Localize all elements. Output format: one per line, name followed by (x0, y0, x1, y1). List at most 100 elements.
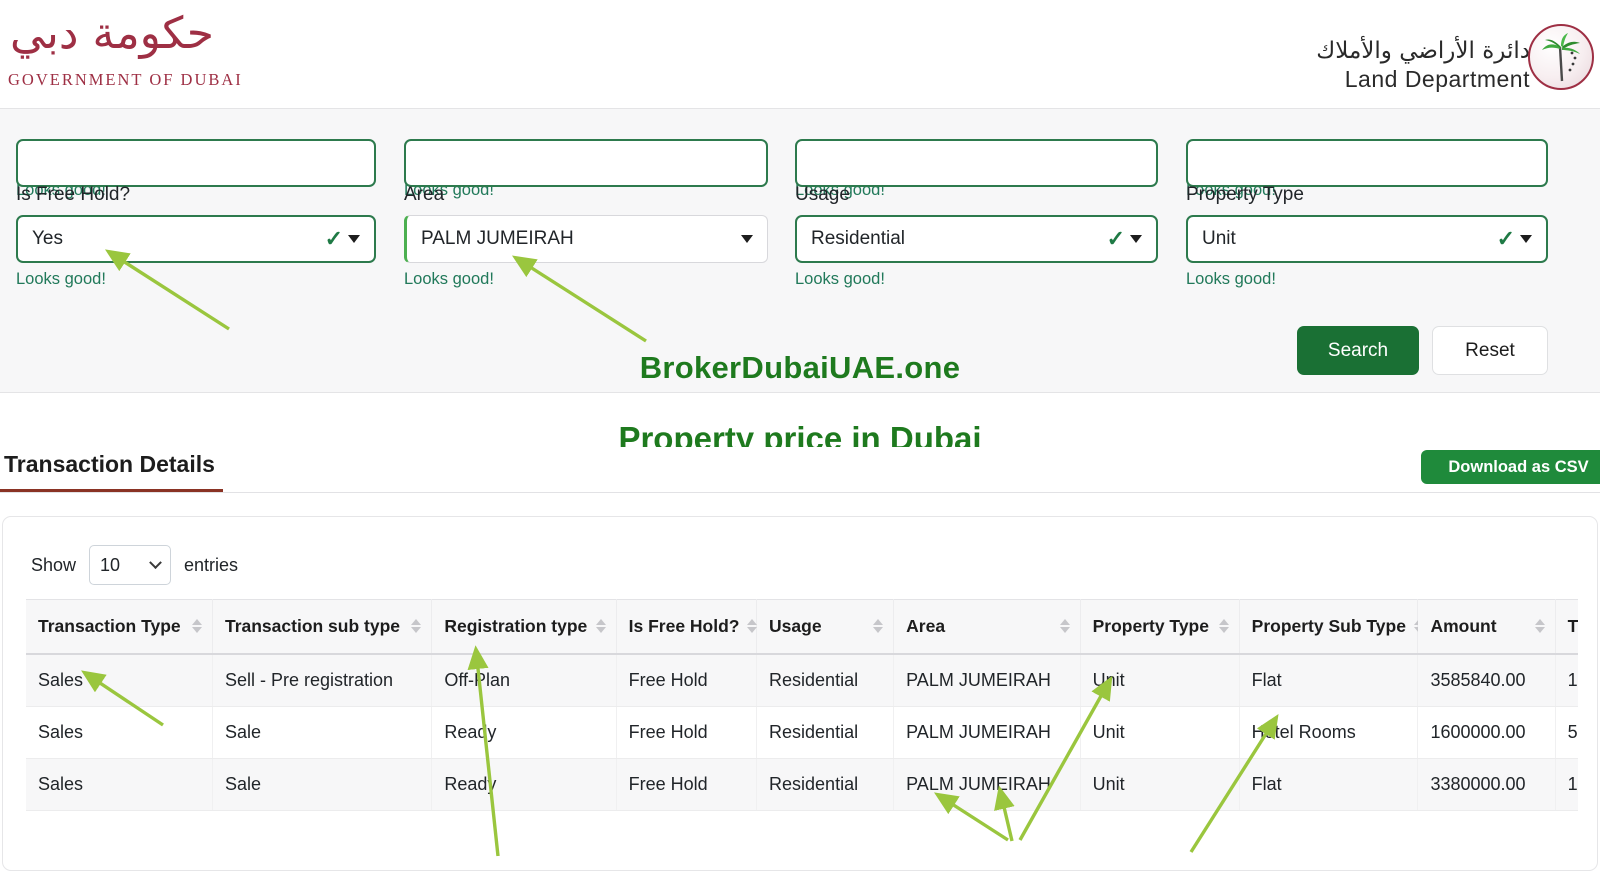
area-select[interactable]: PALM JUMEIRAH (404, 215, 768, 263)
table-column-header[interactable]: Usage (756, 599, 895, 655)
is-free-hold-select[interactable]: Yes ✓ (16, 215, 376, 263)
table-row[interactable]: Sales Sale Ready Free Hold Residential PALM J… (26, 706, 1578, 759)
table-column-header[interactable]: Transaction sub type (212, 599, 433, 655)
filter-field-property-type: Property Type Unit ✓ Looks good! (1186, 184, 1548, 289)
chevron-down-icon (741, 235, 753, 243)
table-column-label: Amount (1430, 615, 1497, 636)
table-column-header[interactable]: Amount (1417, 599, 1556, 655)
download-csv-button[interactable]: Download as CSV (1421, 450, 1600, 484)
table-cell: 3380000.00 (1417, 758, 1556, 811)
sort-arrows-icon[interactable] (1059, 619, 1070, 634)
table-cell: Free Hold (616, 653, 758, 707)
table-cell: Sale (212, 758, 433, 811)
transaction-table-card: Show 10 entries Transaction Type Transact… (2, 516, 1598, 871)
property-type-value: Unit (1202, 228, 1236, 249)
table-scroll-viewport: Transaction Type Transaction sub type Regi… (26, 599, 1578, 814)
tab-bar: Transaction Details (0, 447, 1600, 493)
palm-tree-icon (1542, 33, 1580, 82)
table-cell: Off-Plan (431, 653, 617, 707)
table-column-header[interactable]: Transaction Size (s (1555, 599, 1578, 655)
table-column-header[interactable]: Property Sub Type (1239, 599, 1424, 655)
validation-message-property-type: Looks good! (1186, 270, 1276, 288)
partial-select-3[interactable] (795, 139, 1158, 187)
table-cell: Sell - Pre registration (212, 653, 433, 707)
table-cell: Unit (1080, 758, 1240, 811)
table-column-header[interactable]: Property Type (1080, 599, 1240, 655)
usage-select[interactable]: Residential ✓ (795, 215, 1158, 263)
table-cell: Free Hold (616, 758, 758, 811)
table-column-label: Property Sub Type (1251, 615, 1406, 636)
chevron-down-icon (1130, 235, 1142, 243)
table-body: Sales Sell - Pre registration Off-Plan Free… (26, 653, 1578, 811)
check-icon: ✓ (1496, 226, 1515, 251)
table-cell: Ready (431, 758, 617, 811)
table-column-label: Area (906, 615, 946, 636)
table-column-label: Registration type (444, 615, 588, 636)
page-size-value: 10 (100, 554, 121, 575)
page-size-control: Show 10 entries (31, 545, 238, 585)
table-cell: PALM JUMEIRAH (893, 758, 1081, 811)
table-column-label: Is Free Hold? (628, 615, 740, 636)
table-cell: Sale (212, 706, 433, 759)
table-cell: 57.08 (1555, 706, 1578, 759)
government-of-dubai-label: GOVERNMENT OF DUBAI (8, 70, 243, 89)
table-column-header[interactable]: Is Free Hold? (616, 599, 758, 655)
area-value: PALM JUMEIRAH (421, 228, 574, 249)
table-cell: 107.40 (1555, 653, 1578, 707)
partial-select-4[interactable] (1186, 139, 1548, 187)
table-row[interactable]: Sales Sale Ready Free Hold Residential PALM J… (26, 758, 1578, 811)
filter-field-is-free-hold: Is Free Hold? Yes ✓ Looks good! (16, 184, 376, 289)
table-cell: Unit (1080, 706, 1240, 759)
tab-transaction-details[interactable]: Transaction Details (0, 447, 223, 492)
table-column-label: Usage (769, 615, 822, 636)
table-column-header[interactable]: Transaction Type (26, 599, 213, 655)
table-header-row: Transaction Type Transaction sub type Regi… (26, 599, 1578, 655)
chevron-down-icon (1520, 235, 1532, 243)
table-column-label: Transaction Type (38, 615, 181, 636)
site-header: حكومة دبي GOVERNMENT OF DUBAI دائرة الأر… (0, 0, 1600, 108)
property-type-select[interactable]: Unit ✓ (1186, 215, 1548, 263)
table-column-header[interactable]: Registration type (431, 599, 617, 655)
land-department-logo: دائرة الأراضي والأملاك Land Department (1294, 14, 1594, 98)
table-cell: 3585840.00 (1417, 653, 1556, 707)
table-row[interactable]: Sales Sell - Pre registration Off-Plan Free… (26, 653, 1578, 707)
table-column-label: Transaction sub type (224, 615, 401, 636)
table-cell: Sales (26, 706, 213, 759)
partial-select-2[interactable] (404, 139, 768, 187)
table-cell: PALM JUMEIRAH (893, 706, 1081, 759)
page-size-select[interactable]: 10 (89, 545, 172, 585)
validation-message-is-free-hold: Looks good! (16, 270, 106, 288)
table-cell: Sales (26, 758, 213, 811)
table-cell: Ready (431, 706, 617, 759)
sort-arrows-icon[interactable] (191, 619, 202, 634)
table-cell: Free Hold (616, 706, 758, 759)
table-column-label: Transaction Size (s (1567, 615, 1578, 636)
table-column-label: Property Type (1092, 615, 1209, 636)
table-cell: Residential (756, 706, 895, 759)
filter-label-is-free-hold: Is Free Hold? (16, 184, 131, 205)
is-free-hold-value: Yes (32, 228, 63, 249)
sort-arrows-icon[interactable] (873, 619, 884, 634)
table-cell: 1600000.00 (1417, 706, 1556, 759)
table-cell: Flat (1239, 758, 1419, 811)
table-head: Transaction Type Transaction sub type Regi… (26, 599, 1578, 655)
land-department-arabic-label: دائرة الأراضي والأملاك (1316, 38, 1530, 64)
dubai-government-calligraphy-icon: حكومة دبي (10, 8, 215, 59)
entries-label: entries (184, 554, 239, 575)
usage-value: Residential (811, 228, 905, 249)
filter-label-usage: Usage (795, 184, 850, 205)
page-root: حكومة دبي GOVERNMENT OF DUBAI دائرة الأر… (0, 0, 1600, 871)
land-department-label: Land Department (1344, 66, 1530, 92)
sort-arrows-icon[interactable] (411, 619, 422, 634)
sort-arrows-icon[interactable] (595, 619, 606, 634)
palm-tree-emblem-icon (1528, 24, 1594, 90)
table-column-header[interactable]: Area (893, 599, 1081, 655)
site-watermark: BrokerDubaiUAE.one (639, 350, 961, 385)
filter-field-usage: Usage Residential ✓ Looks good! (795, 184, 1158, 289)
sort-arrows-icon[interactable] (1218, 619, 1229, 634)
partial-select-1[interactable] (16, 139, 376, 187)
sort-arrows-icon[interactable] (1534, 619, 1545, 634)
table-cell: Residential (756, 758, 895, 811)
show-label: Show (31, 554, 77, 575)
table-cell: Hotel Rooms (1239, 706, 1419, 759)
